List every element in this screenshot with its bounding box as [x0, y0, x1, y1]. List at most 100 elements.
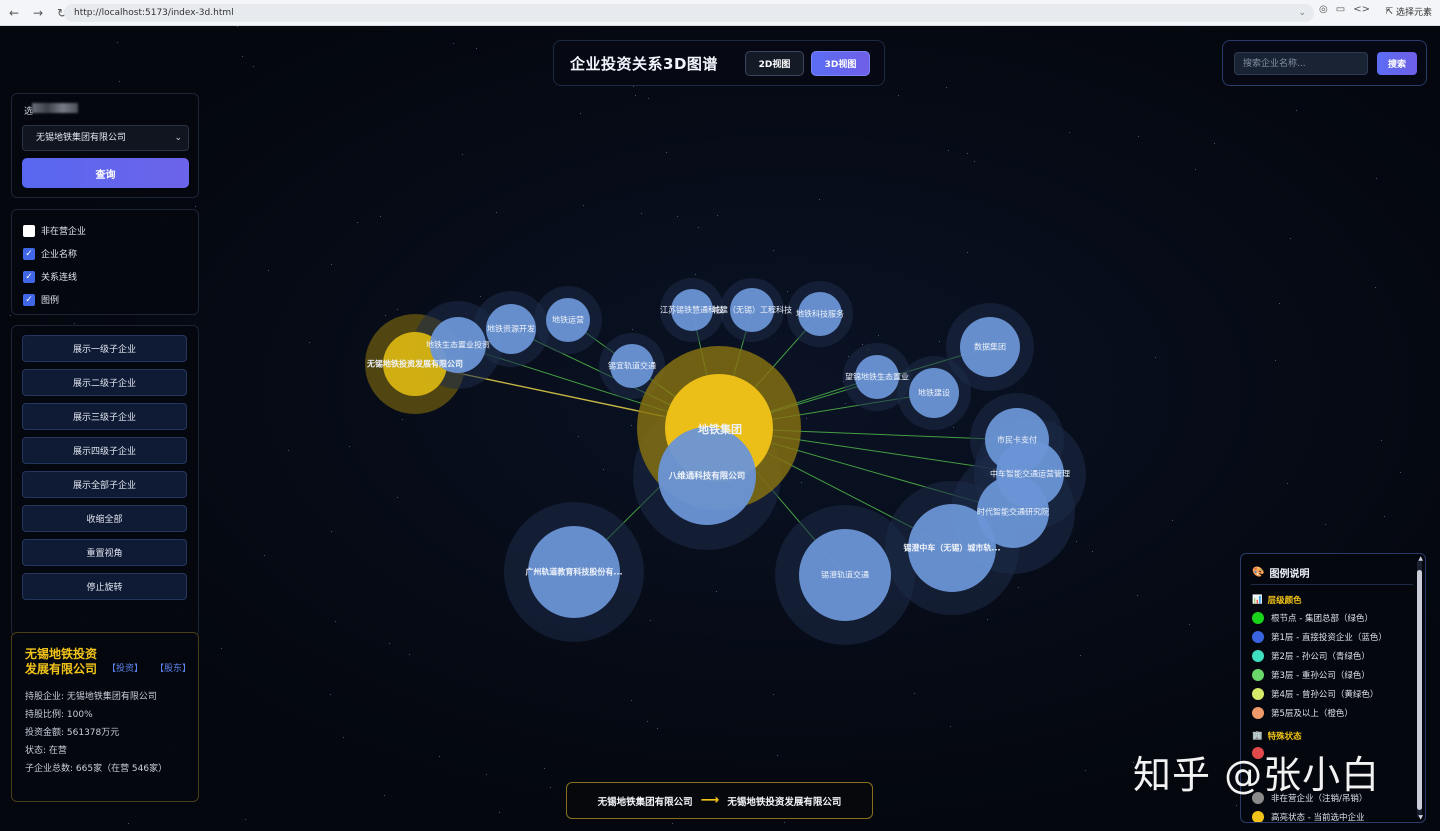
browser-icons: ◎ ▭ <> [1319, 4, 1370, 15]
cursor-icon: ⇱ [1385, 6, 1393, 17]
checkbox-legend[interactable]: ✓ [23, 293, 35, 306]
scroll-down-icon[interactable]: ▼ [1418, 814, 1423, 821]
query-button[interactable]: 查询 [22, 158, 189, 188]
search-panel: 搜索 [1222, 40, 1427, 86]
option-relation-lines[interactable]: ✓ 关系连线 [23, 265, 198, 288]
select-element-button[interactable]: ⇱ 选择元素 [1385, 5, 1432, 19]
node-label: 锡澄中车（无锡）城市轨... [903, 543, 1000, 553]
legend-dot [1252, 631, 1264, 643]
forward-icon[interactable]: → [28, 3, 48, 23]
checkbox-relation-lines[interactable]: ✓ [23, 270, 35, 283]
node-label: 八维通科技有限公司 [668, 471, 746, 482]
address-bar[interactable]: http://localhost:5173/index-3d.html ⌄ [64, 4, 1314, 22]
divider [1251, 584, 1413, 585]
legend-dot [1252, 612, 1264, 624]
header-panel: 企业投资关系3D图谱 2D视图 3D视图 [553, 40, 885, 86]
node-label: 时代智能交通研究院 [977, 507, 1049, 517]
reset-view-button[interactable]: 重置视角 [22, 539, 187, 566]
info-subsidiary-count: 子企业总数: 665家（在营 546家） [25, 764, 168, 774]
legend-item-level1: 第1层 - 直接投资企业（蓝色） [1252, 631, 1387, 643]
collapse-all-button[interactable]: 收缩全部 [22, 505, 187, 532]
query-panel: 选 无锡地铁集团有限公司 ⌄ 查询 [11, 93, 199, 198]
arrow-right-icon: ⟶ [700, 793, 720, 808]
checkbox-inactive[interactable] [23, 224, 35, 237]
option-label: 图例 [41, 296, 60, 306]
show-level-3-button[interactable]: 展示三级子企业 [22, 403, 187, 430]
option-label: 关系连线 [41, 273, 78, 283]
node-label: 中车智能交通运营管理 [990, 469, 1070, 479]
invest-link[interactable]: 【投资】 [107, 661, 143, 674]
legend-title-text: 图例说明 [1269, 569, 1310, 580]
legend-label: 根节点 - 集团总部（绿色） [1271, 614, 1373, 624]
legend-label: 高亮状态 - 当前选中企业 [1271, 813, 1365, 823]
info-shareholder: 持股企业: 无锡地铁集团有限公司 [25, 692, 157, 702]
palette-icon: 🎨 [1252, 567, 1265, 578]
legend-label: 第5层及以上（橙色） [1271, 709, 1353, 719]
legend-dot [1252, 811, 1264, 822]
legend-label: 第2层 - 孙公司（青绿色） [1271, 652, 1370, 662]
show-level-1-button[interactable]: 展示一级子企业 [22, 335, 187, 362]
checkbox-company-name[interactable]: ✓ [23, 247, 35, 260]
node-label: 地铁科技服务 [796, 309, 844, 319]
target-icon[interactable]: ◎ [1319, 4, 1328, 15]
devices-icon[interactable]: ▭ [1336, 4, 1345, 15]
node-label: 地铁生态置业投资 [426, 340, 490, 350]
search-input[interactable] [1234, 52, 1368, 75]
legend-scrollbar[interactable] [1417, 560, 1422, 818]
legend-label: 第1层 - 直接投资企业（蓝色） [1271, 633, 1387, 643]
browser-toolbar: ← → ↻ http://localhost:5173/index-3d.htm… [0, 0, 1440, 26]
legend-item-level4: 第4层 - 曾孙公司（黄绿色） [1252, 688, 1378, 700]
scroll-up-icon[interactable]: ▲ [1418, 555, 1423, 562]
show-all-button[interactable]: 展示全部子企业 [22, 471, 187, 498]
company-info-panel: 无锡地铁投资发展有限公司 【投资】 【股东】 持股企业: 无锡地铁集团有限公司 … [11, 632, 199, 802]
option-label: 企业名称 [41, 250, 78, 260]
view-2d-button[interactable]: 2D视图 [745, 51, 804, 76]
scroll-thumb[interactable] [1417, 570, 1422, 810]
node-label: 无锡地铁投资发展有限公司 [366, 359, 463, 369]
legend-item-level5: 第5层及以上（橙色） [1252, 707, 1353, 719]
shareholder-link[interactable]: 【股东】 [155, 661, 191, 674]
url-text: http://localhost:5173/index-3d.html [74, 8, 234, 18]
chevron-down-icon[interactable]: ⌄ [1298, 4, 1306, 22]
legend-item-level2: 第2层 - 孙公司（青绿色） [1252, 650, 1370, 662]
info-share-ratio: 持股比例: 100% [25, 710, 93, 720]
redacted-label [32, 103, 78, 113]
node-label: 地铁建设 [918, 388, 950, 398]
building-icon: 🏢 [1252, 731, 1263, 741]
node-label: 广州轨道教育科技股份有... [525, 567, 622, 577]
show-level-4-button[interactable]: 展示四级子企业 [22, 437, 187, 464]
company-info-name: 无锡地铁投资发展有限公司 [25, 647, 98, 676]
node-label: 数据集团 [974, 342, 1006, 352]
legend-section-special-text: 特殊状态 [1267, 732, 1302, 742]
view-3d-button[interactable]: 3D视图 [811, 51, 870, 76]
legend-section-levels: 📊 层级颜色 [1252, 594, 1302, 606]
path-to: 无锡地铁投资发展有限公司 [727, 796, 842, 808]
company-select[interactable]: 无锡地铁集团有限公司 ⌄ [22, 125, 189, 151]
path-bar: 无锡地铁集团有限公司 ⟶ 无锡地铁投资发展有限公司 [566, 782, 873, 819]
graph-stage[interactable]: 无锡地铁投资发展有限公司 地铁生态置业投资 地铁资源开发 地铁运营 锡宜轨道交通 江苏锡铁… [0, 26, 1440, 831]
legend-label: 第4层 - 曾孙公司（黄绿色） [1271, 690, 1379, 700]
select-element-label: 选择元素 [1395, 8, 1432, 18]
code-icon[interactable]: <> [1353, 4, 1370, 15]
search-button[interactable]: 搜索 [1377, 52, 1417, 75]
option-company-name[interactable]: ✓ 企业名称 [23, 242, 198, 265]
legend-item-level3: 第3层 - 重孙公司（绿色） [1252, 669, 1370, 681]
node-label: 地铁运营 [552, 315, 584, 325]
option-legend[interactable]: ✓ 图例 [23, 288, 198, 311]
back-icon[interactable]: ← [4, 3, 24, 23]
legend-dot [1252, 707, 1264, 719]
legend-dot [1252, 669, 1264, 681]
node-label: 锡澄轨道交通 [821, 570, 869, 580]
node-label: 锡宜轨道交通 [608, 361, 656, 371]
info-links: 【投资】 【股东】 [107, 661, 191, 674]
info-investment: 投资金额: 561378万元 [25, 728, 120, 738]
option-inactive[interactable]: 非在营企业 [23, 219, 198, 242]
show-level-2-button[interactable]: 展示二级子企业 [22, 369, 187, 396]
legend-title: 🎨 图例说明 [1252, 565, 1309, 580]
display-options-panel: 非在营企业 ✓ 企业名称 ✓ 关系连线 ✓ 图例 [11, 209, 199, 315]
stop-rotation-button[interactable]: 停止旋转 [22, 573, 187, 600]
legend-dot [1252, 688, 1264, 700]
legend-item-highlight: 高亮状态 - 当前选中企业 [1252, 811, 1365, 823]
investment-graph[interactable]: 无锡地铁投资发展有限公司地铁生态置业投资地铁资源开发地铁运营锡宜轨道交通江苏锡铁… [0, 26, 1440, 831]
page-title: 企业投资关系3D图谱 [570, 54, 718, 73]
